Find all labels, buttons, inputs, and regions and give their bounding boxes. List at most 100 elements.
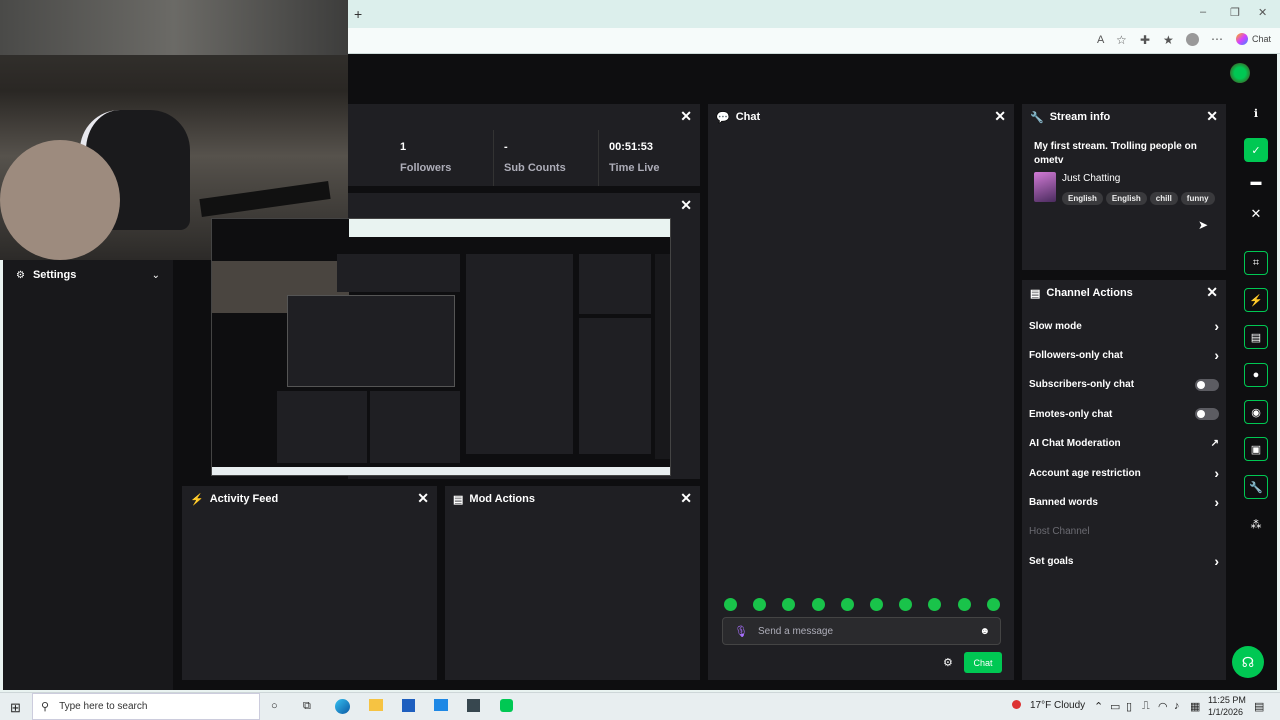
tag[interactable]: chill xyxy=(1149,192,1178,205)
wrench-icon[interactable]: 🔧 xyxy=(1244,475,1268,499)
chat-input[interactable]: 🎙 Send a message ☻ xyxy=(722,617,1001,645)
lightning-icon: ⚡ xyxy=(190,493,204,506)
tag[interactable]: English xyxy=(1105,192,1147,205)
tray-network-icon[interactable]: ⎍ xyxy=(1142,700,1150,713)
sub-count-label: Sub Counts xyxy=(504,162,566,174)
emoji-icon[interactable]: ☻ xyxy=(979,626,990,637)
taskbar-clock-time[interactable]: 11:25 PM xyxy=(1208,695,1246,705)
emote-icon[interactable] xyxy=(811,598,825,611)
taskbar-search-box[interactable]: ⚲ Type here to search xyxy=(32,693,260,720)
chat-close-button[interactable]: ✕ xyxy=(994,109,1006,123)
preview-stream-info xyxy=(579,254,651,314)
notifications-icon[interactable]: ▤ xyxy=(1254,700,1264,713)
chevron-down-icon: ⌄ xyxy=(151,269,160,281)
channel-actions-title: Channel Actions xyxy=(1046,287,1133,299)
lightning-icon[interactable]: ⚡ xyxy=(1244,288,1268,312)
taskbar-clock-date[interactable]: 1/1/2026 xyxy=(1208,707,1243,717)
favorite-star-icon[interactable]: ☆ xyxy=(1116,33,1127,47)
document-icon[interactable]: ▤ xyxy=(1244,325,1268,349)
chat-settings-gear-icon[interactable]: ⚙ xyxy=(943,656,953,669)
calculator-icon[interactable] xyxy=(467,699,480,712)
kick-app-icon[interactable] xyxy=(500,699,513,712)
help-headset-button[interactable]: ☊ xyxy=(1232,646,1264,678)
channel-action-row[interactable]: Host Channel xyxy=(1029,522,1219,542)
channel-action-row[interactable]: Set goals › xyxy=(1029,551,1219,571)
broadcast-icon[interactable]: ◉ xyxy=(1244,400,1268,424)
channel-action-row[interactable]: Emotes-only chat xyxy=(1029,404,1219,424)
microphone-icon[interactable]: 🎙 xyxy=(734,625,748,638)
mod-actions-close-button[interactable]: ✕ xyxy=(680,491,692,505)
activity-feed-close-button[interactable]: ✕ xyxy=(417,491,429,505)
tag[interactable]: English xyxy=(1062,192,1103,205)
emote-icon[interactable] xyxy=(957,598,971,611)
stream-preview-icon[interactable]: ▣ xyxy=(1244,437,1268,461)
stream-preview-video[interactable] xyxy=(211,218,671,476)
tray-input-icon[interactable]: ▦ xyxy=(1190,700,1200,713)
tray-volume-icon[interactable]: ♪ xyxy=(1174,700,1180,712)
close-window-button[interactable]: ✕ xyxy=(1258,6,1267,19)
new-tab-button[interactable]: + xyxy=(354,6,362,22)
channel-action-row[interactable]: Slow mode › xyxy=(1029,316,1219,336)
person-shape xyxy=(0,140,120,260)
stats-close-button[interactable]: ✕ xyxy=(680,109,692,123)
info-icon[interactable]: ℹ xyxy=(1244,101,1268,125)
channel-action-row[interactable]: Subscribers-only chat xyxy=(1029,375,1219,395)
channel-actions-close-button[interactable]: ✕ xyxy=(1206,285,1218,299)
emote-icon[interactable] xyxy=(870,598,883,611)
emote-icon[interactable] xyxy=(840,598,854,611)
cortana-icon[interactable]: ○ xyxy=(271,700,278,712)
maximize-button[interactable]: ❐ xyxy=(1230,6,1240,19)
channel-action-label: Subscribers-only chat xyxy=(1029,379,1135,391)
stream-title: My first stream. Trolling people on omet… xyxy=(1034,141,1197,166)
layout-icon[interactable]: ▬ xyxy=(1244,170,1268,194)
tray-wifi-icon[interactable]: ◠ xyxy=(1158,700,1168,713)
wrench-icon: 🔧 xyxy=(1030,111,1044,124)
activity-feed-title: Activity Feed xyxy=(209,493,279,505)
checkmark-icon[interactable]: ✓ xyxy=(1244,138,1268,162)
task-view-icon[interactable]: ⧉ xyxy=(303,700,311,713)
profile-icon[interactable] xyxy=(1186,33,1199,46)
stream-info-close-button[interactable]: ✕ xyxy=(1206,109,1218,123)
close-icon[interactable]: ✕ xyxy=(1244,202,1268,226)
copilot-icon[interactable] xyxy=(1236,33,1248,45)
extensions-icon[interactable]: ✚ xyxy=(1140,33,1150,47)
sub-count-value: - xyxy=(504,141,508,153)
chat-bubble-icon[interactable]: ● xyxy=(1244,363,1268,387)
stream-info-panel: 🔧 Stream info ✕ My first stream. Trollin… xyxy=(1022,104,1226,270)
channel-action-row[interactable]: Account age restriction › xyxy=(1029,463,1219,483)
store-icon[interactable] xyxy=(402,699,415,712)
settings-menu[interactable]: ⚙ Settings ⌄ xyxy=(16,268,166,282)
read-aloud-icon[interactable]: A xyxy=(1097,34,1104,46)
edge-browser-icon[interactable] xyxy=(335,699,350,714)
favorites-icon[interactable]: ★ xyxy=(1163,33,1174,47)
file-explorer-icon[interactable] xyxy=(369,699,383,711)
mod-actions-header: ▤ Mod Actions xyxy=(445,486,700,512)
settings-label: Settings xyxy=(32,269,77,281)
windows-start-icon[interactable]: ⊞ xyxy=(10,700,21,716)
toggle-switch[interactable] xyxy=(1195,408,1219,421)
channel-action-row[interactable]: AI Chat Moderation ↗ xyxy=(1029,434,1219,454)
weather-description[interactable]: Cloudy xyxy=(1054,700,1085,711)
copilot-chat-label[interactable]: Chat xyxy=(1252,34,1271,44)
channel-action-row[interactable]: Banned words › xyxy=(1029,492,1219,512)
mail-icon[interactable] xyxy=(434,699,448,711)
apps-icon[interactable]: ⁂ xyxy=(1244,512,1268,536)
screenshot-icon[interactable]: ⌗ xyxy=(1244,251,1268,275)
preview-close-button[interactable]: ✕ xyxy=(680,198,692,212)
weather-temperature[interactable]: 17°F xyxy=(1030,700,1051,711)
tray-device-icon[interactable]: ▭ xyxy=(1110,700,1120,713)
user-avatar[interactable] xyxy=(1230,63,1250,83)
emote-icon[interactable] xyxy=(986,598,1000,611)
chat-send-button[interactable]: Chat xyxy=(964,652,1002,673)
channel-action-label: AI Chat Moderation xyxy=(1029,438,1121,450)
more-menu-icon[interactable]: ⋯ xyxy=(1211,32,1223,46)
chat-input-placeholder: Send a message xyxy=(757,625,834,637)
tray-mic-icon[interactable]: ▯ xyxy=(1126,700,1132,713)
emote-icon[interactable] xyxy=(724,598,737,611)
tray-chevron-up-icon[interactable]: ⌃ xyxy=(1094,700,1103,713)
minimize-button[interactable]: – xyxy=(1200,6,1206,18)
channel-action-row[interactable]: Followers-only chat › xyxy=(1029,345,1219,365)
activity-feed-header: ⚡ Activity Feed xyxy=(182,486,437,512)
toggle-switch[interactable] xyxy=(1195,378,1219,391)
tag[interactable]: funny xyxy=(1180,192,1215,205)
